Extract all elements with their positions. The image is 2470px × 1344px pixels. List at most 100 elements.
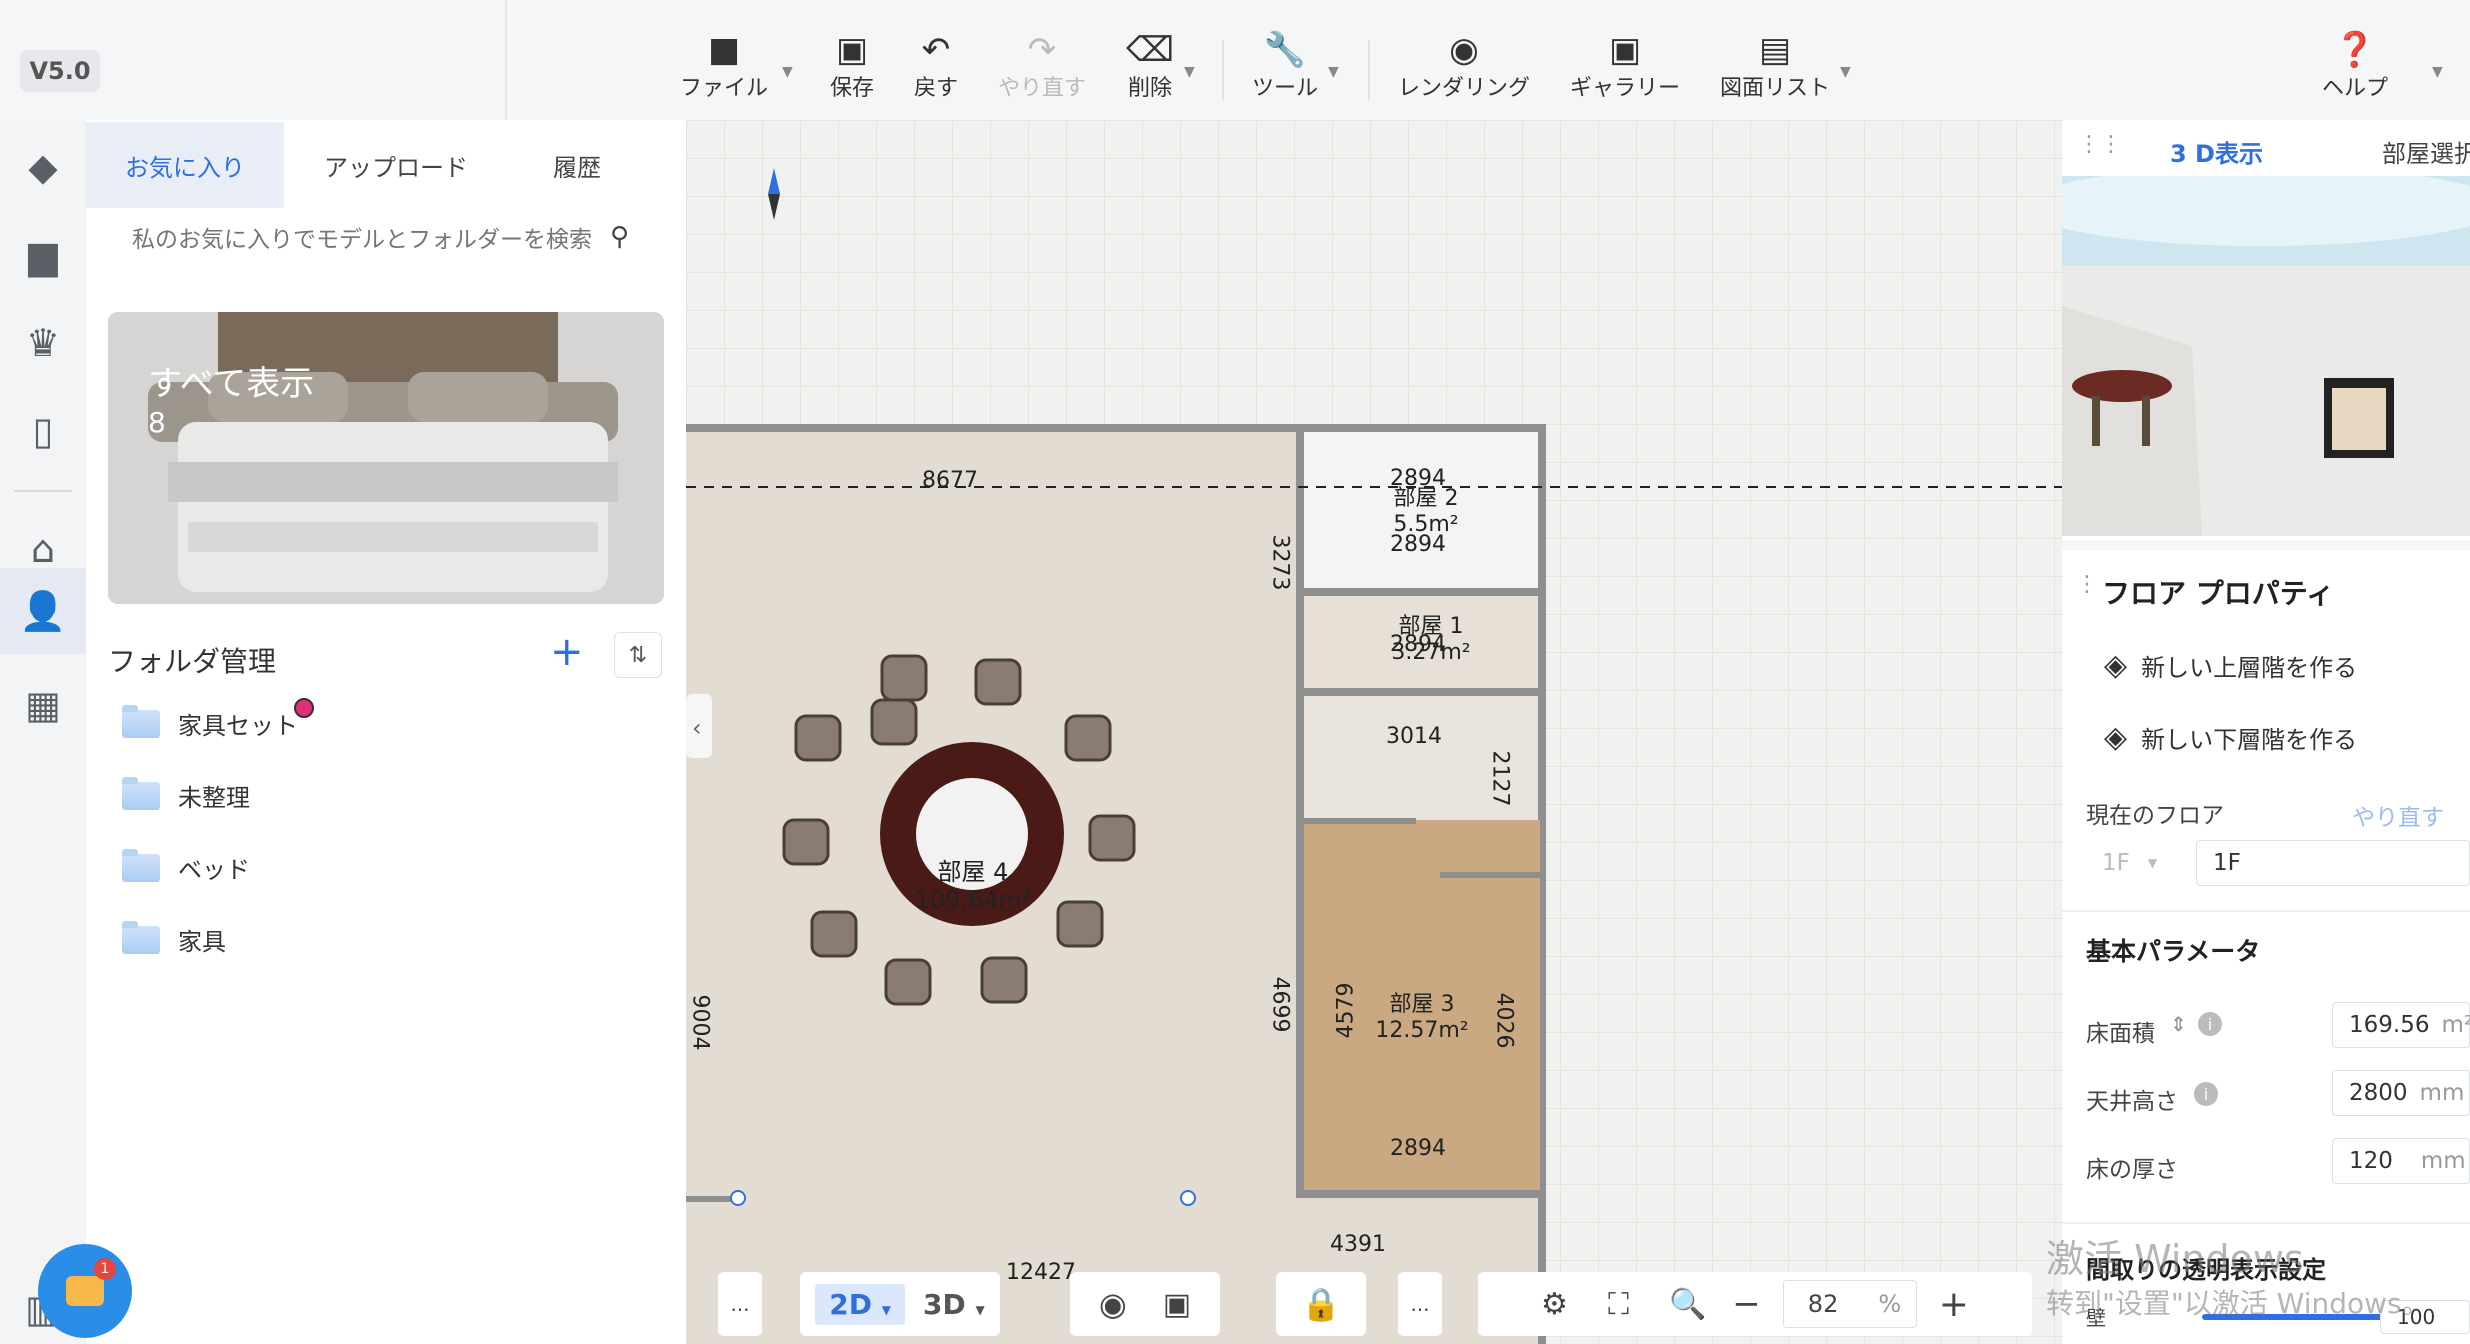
zoom-out-icon[interactable]: − [1732, 1284, 1761, 1324]
zoom-area-icon[interactable]: 🔍 [1669, 1287, 1706, 1322]
undo-icon: ↶ [921, 30, 951, 70]
unit-label: mm [2420, 1148, 2466, 1174]
view-mode-group: 2D ▼ 3D ▼ [800, 1272, 1000, 1336]
undo-button[interactable]: ↶ 戻す [914, 30, 958, 102]
folder-item-furniture-set[interactable]: 家具セット [122, 704, 298, 741]
right-panel: ⋮⋮ 3 D表示 部屋選択 ⋮ フロア プロパティ ◈ 新しい上層階を作る ◈ … [2062, 120, 2470, 1344]
folder-item-bed[interactable]: ベッド [122, 848, 250, 885]
room2-label: 部屋 2 5.5m² [1376, 486, 1476, 538]
new-lower-floor-button[interactable]: ◈ 新しい下層階を作る [2104, 720, 2357, 755]
crown-category-icon[interactable]: ♛ [14, 314, 72, 372]
file-caret-icon[interactable]: ▼ [782, 64, 793, 80]
delete-caret-icon[interactable]: ▼ [1184, 64, 1195, 80]
floor-area-label: 床面積 [2086, 1021, 2155, 1047]
tab-favorites[interactable]: お気に入り [86, 122, 284, 208]
chat-button[interactable]: 1 [38, 1244, 132, 1338]
show-all-title: すべて表示 [148, 364, 315, 404]
cursor-indicator [294, 698, 314, 718]
tab-room-select[interactable]: 部屋選択 [2382, 134, 2470, 169]
room-area: 12.57m² [1375, 1018, 1469, 1043]
rendering-button[interactable]: ◉ レンダリング [1398, 30, 1530, 102]
dimension-label: 2127 [1487, 750, 1513, 807]
redo-button[interactable]: ↷ やり直す [998, 30, 1086, 102]
info-icon[interactable]: i [2198, 1012, 2222, 1036]
tools-caret-icon[interactable]: ▼ [1328, 64, 1339, 80]
more-button[interactable]: ... [1398, 1272, 1442, 1336]
file-label: ファイル [680, 76, 769, 101]
cabinet-category-icon[interactable]: ▦ [14, 676, 72, 734]
drag-handle-icon[interactable]: ⋮⋮ [2078, 132, 2122, 157]
help-icon: ❓ [2333, 30, 2377, 70]
more-button[interactable]: ... [718, 1272, 762, 1336]
user-favorites-icon[interactable]: 👤 [0, 568, 86, 654]
new-upper-floor-button[interactable]: ◈ 新しい上層階を作る [2104, 648, 2357, 683]
fit-screen-icon[interactable]: ⛶ [1608, 1287, 1629, 1322]
sort-arrows-icon: ⇕ [2170, 1012, 2187, 1036]
cube-icon[interactable]: ▣ [1163, 1287, 1191, 1322]
chevron-down-icon: ▼ [2147, 856, 2158, 870]
plan-list-button[interactable]: ▤ 図面リスト [1720, 30, 1830, 102]
unit-label: mm [2419, 1080, 2465, 1106]
floor-area-input[interactable]: 169.56 m² [2332, 1002, 2470, 1048]
inner-wall [1296, 432, 1304, 1192]
help-button[interactable]: ❓ ヘルプ [2322, 30, 2388, 102]
lock-button[interactable]: 🔒 [1276, 1272, 1366, 1336]
folder-icon [122, 920, 160, 954]
info-icon[interactable]: i [2194, 1082, 2218, 1106]
sofa-category-icon[interactable]: ▆ [14, 226, 72, 284]
tab-3d-view[interactable]: 3 D表示 [2170, 134, 2263, 169]
new-lower-floor-label: 新しい下層階を作る [2141, 726, 2358, 754]
door-category-icon[interactable]: ▯ [14, 402, 72, 460]
dimension-label: 3273 [1267, 534, 1293, 591]
ceiling-height-input[interactable]: 2800 mm [2332, 1070, 2470, 1116]
tab-history[interactable]: 履歴 [502, 122, 652, 208]
plan-list-caret-icon[interactable]: ▼ [1840, 64, 1851, 80]
add-folder-icon[interactable]: + [550, 632, 584, 672]
show-all-card[interactable]: すべて表示 8 [108, 312, 664, 604]
room-area: 109.64m² [914, 886, 1032, 914]
file-menu-button[interactable]: ■ ファイル [680, 30, 768, 102]
folder-item-unsorted[interactable]: 未整理 [122, 776, 250, 813]
rendering-label: レンダリング [1398, 76, 1531, 101]
ceiling-height-label: 天井高さ [2086, 1089, 2178, 1115]
dimension-label: 2894 [1390, 1136, 1446, 1161]
layers-plus-icon: ◈ [2104, 648, 2128, 683]
delete-button[interactable]: ⌫ 削除 [1126, 30, 1174, 102]
lock-icon: 🔒 [1301, 1285, 1341, 1323]
ceiling-height-value: 2800 [2349, 1080, 2408, 1106]
tools-button[interactable]: 🔧 ツール [1252, 30, 1318, 102]
floorplan-canvas[interactable]: ‹ 部屋 4 109.64m² 部屋 2 5.5m² 部屋 1 3.27m² 部… [686, 120, 2062, 1344]
dimension-label: 2894 [1390, 466, 1446, 491]
favorites-panel: お気に入り アップロード 履歴 ⚲ すべて表示 8 フォルダ管理 + ⇅ 家具セ… [86, 120, 686, 1344]
search-icon[interactable]: ⚲ [610, 222, 629, 252]
help-caret-icon[interactable]: ▼ [2432, 64, 2443, 80]
drag-handle-icon[interactable]: ⋮ [2076, 572, 2098, 597]
floor-thickness-input[interactable]: 120 mm [2332, 1138, 2470, 1184]
tab-upload[interactable]: アップロード [296, 122, 496, 208]
room-name: 部屋 4 [937, 858, 1009, 886]
favorites-search-input[interactable] [130, 218, 604, 262]
3d-preview[interactable] [2062, 176, 2470, 536]
eye-icon[interactable]: ◉ [1099, 1285, 1127, 1323]
show-all-count: 8 [148, 406, 166, 439]
zoom-in-icon[interactable]: + [1939, 1284, 1969, 1325]
settings-view-icon[interactable]: ⚙ [1541, 1287, 1568, 1322]
redo-link[interactable]: やり直す [2352, 798, 2444, 832]
sort-icon[interactable]: ⇅ [614, 632, 662, 678]
top-toolbar: V5.0 ■ ファイル ▼ ▣ 保存 ↶ 戻す ↷ やり直す ⌫ 削除 ▼ 🔧 … [0, 0, 2470, 120]
floor-select[interactable]: 1F ▼ [2086, 840, 2182, 886]
zoom-input[interactable]: 82 % [1782, 1280, 1917, 1328]
camera-icon: ◉ [1449, 30, 1479, 70]
room3-label: 部屋 3 12.57m² [1362, 992, 1482, 1044]
floorplan-drawing[interactable]: ‹ [686, 120, 2062, 1344]
view-2d-button[interactable]: 2D ▼ [815, 1283, 905, 1325]
gallery-button[interactable]: ▣ ギャラリー [1570, 30, 1680, 102]
save-button[interactable]: ▣ 保存 [830, 30, 874, 102]
dimension-label: 9004 [687, 994, 713, 1051]
floorplan-category-icon[interactable]: ◆ [14, 138, 72, 196]
folder-item-furniture[interactable]: 家具 [122, 920, 226, 957]
view-3d-button[interactable]: 3D ▼ [923, 1288, 985, 1321]
floor-name-input[interactable]: 1F [2196, 840, 2470, 886]
folder-icon [122, 704, 160, 738]
folder-icon [122, 776, 160, 810]
